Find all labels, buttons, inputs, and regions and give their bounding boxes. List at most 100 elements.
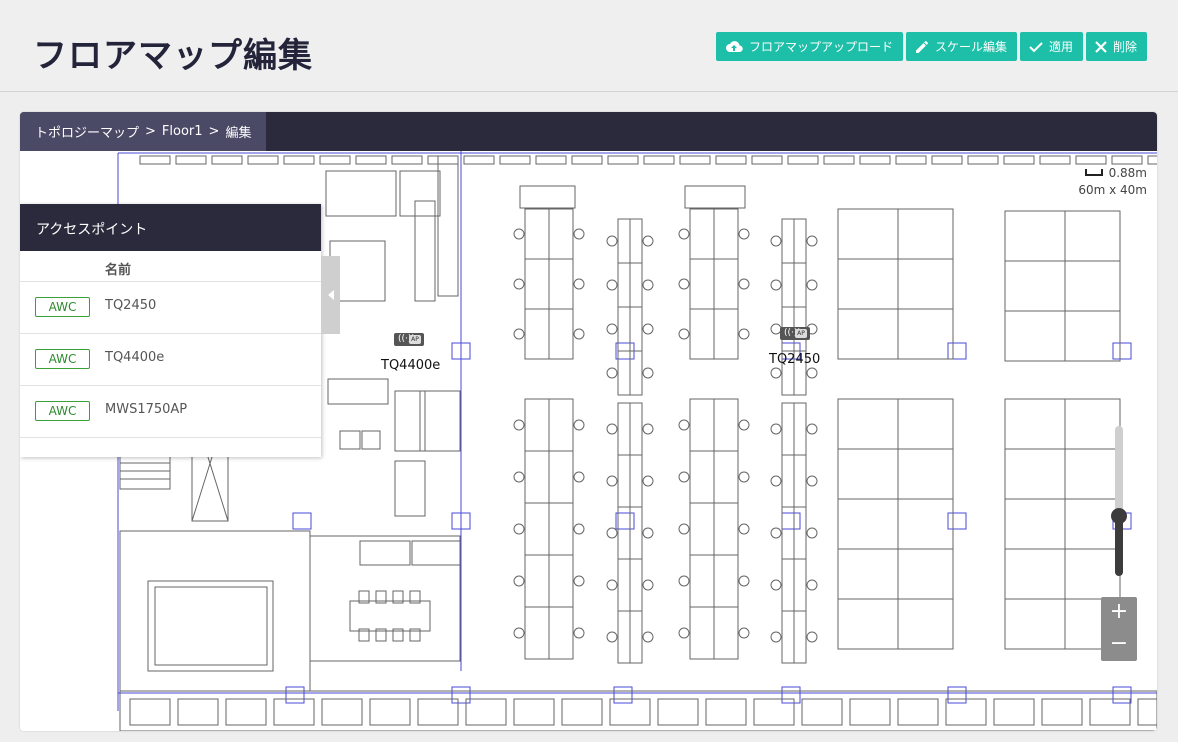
chair [678,228,690,240]
desk [548,208,574,260]
structural-column [781,512,801,530]
cubicle [1064,448,1121,500]
chair [770,631,782,643]
desk [781,218,795,264]
ap-list-item[interactable]: AWC MWS1750AP [20,386,321,438]
chair [678,471,690,483]
window-sill [967,155,999,165]
cubicle [897,498,954,550]
desk [793,610,807,664]
desk [781,610,795,664]
desk [548,554,574,608]
floor-line [513,698,555,726]
ap-list-title: アクセスポイント [20,204,321,251]
desk [617,306,631,352]
breadcrumb-current: 編集 [225,126,252,141]
cubicle [1064,398,1121,450]
ap-marker[interactable]: ((·)) AP [780,327,810,340]
ap-type-badge: AWC [35,349,90,369]
breadcrumb-floor[interactable]: Floor1 [162,124,203,139]
structural-column [451,686,471,704]
window-sill [211,155,243,165]
cubicle [1064,498,1121,550]
chair [678,627,690,639]
cubicle [1004,448,1066,500]
upload-floormap-button[interactable]: フロアマップアップロード [715,32,903,61]
chair [573,471,585,483]
page-header: フロアマップ編集 フロアマップアップロード スケール編集 適用 削除 [0,0,1178,92]
furniture [437,155,459,297]
furniture [325,170,397,217]
structural-column [292,512,312,530]
zoom-controls: + − [1101,597,1137,661]
ap-list-item[interactable]: AWC TQ2450 [20,282,321,334]
ap-marker[interactable]: ((·)) AP [394,333,424,346]
window-sill [1039,155,1071,165]
zoom-slider-fill [1115,516,1123,576]
cubicle [1064,310,1121,362]
cubicle [837,258,899,310]
cubicle [897,548,954,600]
floor-line [897,698,939,726]
desk [548,502,574,556]
window-sill [283,155,315,165]
edit-scale-label: スケール編集 [934,40,1007,54]
chair [513,419,525,431]
window-sill [787,155,819,165]
desk [548,258,574,310]
ap-column-name: 名前 [20,251,321,282]
window-sill [1075,155,1107,165]
window-sill [643,155,675,165]
pencil-icon [915,40,929,54]
window-sill [355,155,387,165]
furniture [411,540,461,566]
delete-button[interactable]: 削除 [1085,32,1147,61]
floor-map-canvas[interactable]: アクセスポイント 名前 AWC TQ2450 AWC TQ4400e AWC M… [20,151,1157,731]
chair [678,328,690,340]
ap-marker-tag: AP [795,329,807,338]
breadcrumb-topology[interactable]: トポロジーマップ [35,122,139,141]
chair [806,423,818,435]
cubicle [837,548,899,600]
desk [684,185,746,209]
chair [513,627,525,639]
desk [524,208,550,260]
chair [573,328,585,340]
floor-line [657,698,699,726]
zoom-in-button[interactable]: + [1101,597,1137,629]
ap-list-item[interactable]: AWC TQ4400e [20,334,321,386]
delete-label: 削除 [1112,40,1137,54]
cloud-upload-icon [725,40,743,54]
chair [806,475,818,487]
window-sill [247,155,279,165]
floormap-panel: トポロジーマップ > Floor1 > 編集 アクセスポイント 名前 AWC T… [20,112,1157,731]
chair [642,367,654,379]
cubicle [837,208,899,260]
chair [642,527,654,539]
furniture [361,430,381,450]
ap-name: TQ4400e [105,350,165,365]
window-sill [391,155,423,165]
apply-button[interactable]: 適用 [1019,32,1083,61]
floor-line [321,698,363,726]
chair [642,579,654,591]
breadcrumb-separator: > [208,124,220,139]
chair [738,523,750,535]
toolbar: フロアマップアップロード スケール編集 適用 削除 [715,32,1147,61]
chair [642,475,654,487]
edit-scale-button[interactable]: スケール編集 [905,32,1017,61]
zoom-slider-handle[interactable] [1111,508,1127,524]
collapse-panel-toggle[interactable] [321,256,340,334]
chair [806,235,818,247]
ap-type-badge: AWC [35,401,90,421]
floor-line [561,698,603,726]
chair [573,575,585,587]
desk [524,258,550,310]
zoom-out-button[interactable]: − [1101,629,1137,661]
window-sill [1111,155,1143,165]
room [147,580,274,672]
zoom-slider[interactable] [1115,426,1123,576]
chair [606,279,618,291]
furniture [359,540,411,566]
furniture [399,170,441,217]
